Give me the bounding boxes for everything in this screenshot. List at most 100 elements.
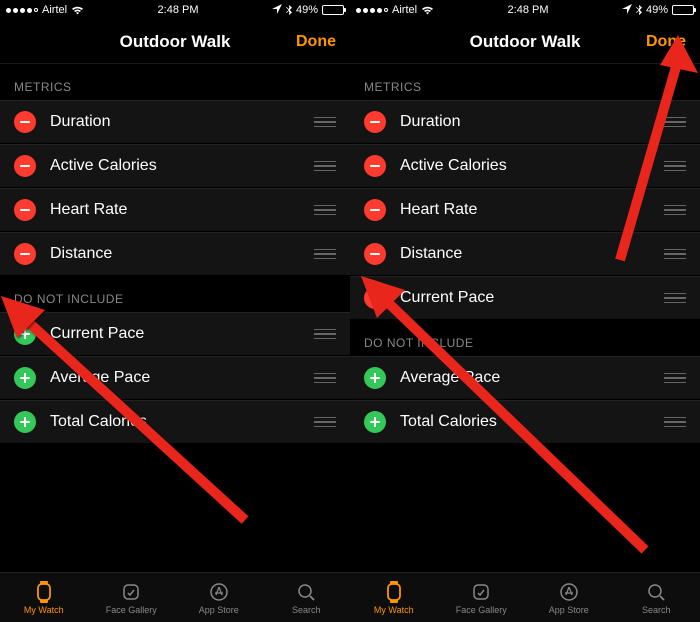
nav-header: Outdoor Walk Done (350, 20, 700, 64)
metric-label: Duration (400, 113, 664, 131)
reorder-handle-icon[interactable] (664, 161, 686, 172)
metric-label: Total Calories (400, 413, 664, 431)
metric-row[interactable]: Heart Rate (350, 188, 700, 232)
excluded-row[interactable]: Current Pace (0, 312, 350, 356)
section-header-metrics: METRICS (0, 64, 350, 100)
metric-label: Average Pace (400, 369, 664, 387)
face-gallery-icon (121, 581, 141, 603)
excluded-row[interactable]: Total Calories (350, 400, 700, 444)
reorder-handle-icon[interactable] (314, 417, 336, 428)
metric-label: Distance (400, 245, 664, 263)
remove-icon[interactable] (14, 155, 36, 177)
app-store-icon (559, 581, 579, 603)
phone-right: Airtel 2:48 PM 49% Outdoor Walk Done MET… (350, 0, 700, 622)
tab-app-store[interactable]: App Store (525, 573, 613, 622)
remove-icon[interactable] (14, 243, 36, 265)
remove-icon[interactable] (364, 199, 386, 221)
reorder-handle-icon[interactable] (664, 249, 686, 260)
reorder-handle-icon[interactable] (664, 417, 686, 428)
excluded-list: Average Pace Total Calories (350, 356, 700, 444)
reorder-handle-icon[interactable] (314, 329, 336, 340)
add-icon[interactable] (364, 411, 386, 433)
metric-row[interactable]: Duration (350, 100, 700, 144)
metric-label: Heart Rate (400, 201, 664, 219)
signal-dots-icon (6, 8, 38, 13)
metric-row[interactable]: Active Calories (0, 144, 350, 188)
add-icon[interactable] (14, 411, 36, 433)
tab-face-gallery[interactable]: Face Gallery (88, 573, 176, 622)
tab-label: Face Gallery (106, 605, 157, 615)
remove-icon[interactable] (364, 111, 386, 133)
reorder-handle-icon[interactable] (314, 249, 336, 260)
metrics-list: Duration Active Calories Heart Rate Dist… (350, 100, 700, 320)
battery-pct: 49% (646, 4, 668, 16)
location-icon (622, 4, 632, 17)
excluded-row[interactable]: Average Pace (0, 356, 350, 400)
excluded-list: Current Pace Average Pace Total Calories (0, 312, 350, 444)
tab-label: Face Gallery (456, 605, 507, 615)
tab-label: Search (292, 605, 321, 615)
reorder-handle-icon[interactable] (314, 117, 336, 128)
add-icon[interactable] (364, 367, 386, 389)
metric-row[interactable]: Current Pace (350, 276, 700, 320)
metric-row[interactable]: Distance (350, 232, 700, 276)
status-time: 2:48 PM (158, 4, 199, 16)
status-bar: Airtel 2:48 PM 49% (350, 0, 700, 20)
section-header-metrics: METRICS (350, 64, 700, 100)
section-header-excluded: DO NOT INCLUDE (0, 276, 350, 312)
metric-row[interactable]: Heart Rate (0, 188, 350, 232)
metric-row[interactable]: Active Calories (350, 144, 700, 188)
remove-icon[interactable] (14, 199, 36, 221)
reorder-handle-icon[interactable] (314, 373, 336, 384)
remove-icon[interactable] (14, 111, 36, 133)
metric-row[interactable]: Distance (0, 232, 350, 276)
battery-icon (672, 5, 694, 15)
excluded-row[interactable]: Average Pace (350, 356, 700, 400)
add-icon[interactable] (14, 367, 36, 389)
tab-face-gallery[interactable]: Face Gallery (438, 573, 526, 622)
reorder-handle-icon[interactable] (664, 293, 686, 304)
metric-label: Active Calories (400, 157, 664, 175)
carrier-label: Airtel (392, 4, 417, 16)
status-time: 2:48 PM (508, 4, 549, 16)
location-icon (272, 4, 282, 17)
remove-icon[interactable] (364, 287, 386, 309)
reorder-handle-icon[interactable] (664, 373, 686, 384)
metric-label: Current Pace (50, 325, 314, 343)
remove-icon[interactable] (364, 155, 386, 177)
phone-left: Airtel 2:48 PM 49% Outdoor Walk Done MET… (0, 0, 350, 622)
metrics-list: Duration Active Calories Heart Rate Dist… (0, 100, 350, 276)
metric-label: Total Calories (50, 413, 314, 431)
bluetooth-icon (636, 5, 642, 15)
excluded-row[interactable]: Total Calories (0, 400, 350, 444)
done-button[interactable]: Done (646, 33, 686, 51)
status-bar: Airtel 2:48 PM 49% (0, 0, 350, 20)
tab-label: App Store (199, 605, 239, 615)
tab-search[interactable]: Search (613, 573, 700, 622)
page-title: Outdoor Walk (120, 32, 231, 52)
add-icon[interactable] (14, 323, 36, 345)
tab-app-store[interactable]: App Store (175, 573, 263, 622)
app-store-icon (209, 581, 229, 603)
tab-label: App Store (549, 605, 589, 615)
tab-label: My Watch (24, 605, 64, 615)
metric-label: Duration (50, 113, 314, 131)
reorder-handle-icon[interactable] (314, 161, 336, 172)
tab-my-watch[interactable]: My Watch (0, 573, 88, 622)
reorder-handle-icon[interactable] (314, 205, 336, 216)
tab-bar: My Watch Face Gallery App Store Search (350, 572, 700, 622)
metric-row[interactable]: Duration (0, 100, 350, 144)
tab-my-watch[interactable]: My Watch (350, 573, 438, 622)
reorder-handle-icon[interactable] (664, 205, 686, 216)
bluetooth-icon (286, 5, 292, 15)
done-button[interactable]: Done (296, 33, 336, 51)
watch-icon (385, 581, 403, 603)
carrier-label: Airtel (42, 4, 67, 16)
battery-icon (322, 5, 344, 15)
watch-icon (35, 581, 53, 603)
remove-icon[interactable] (364, 243, 386, 265)
reorder-handle-icon[interactable] (664, 117, 686, 128)
face-gallery-icon (471, 581, 491, 603)
signal-dots-icon (356, 8, 388, 13)
tab-search[interactable]: Search (263, 573, 351, 622)
